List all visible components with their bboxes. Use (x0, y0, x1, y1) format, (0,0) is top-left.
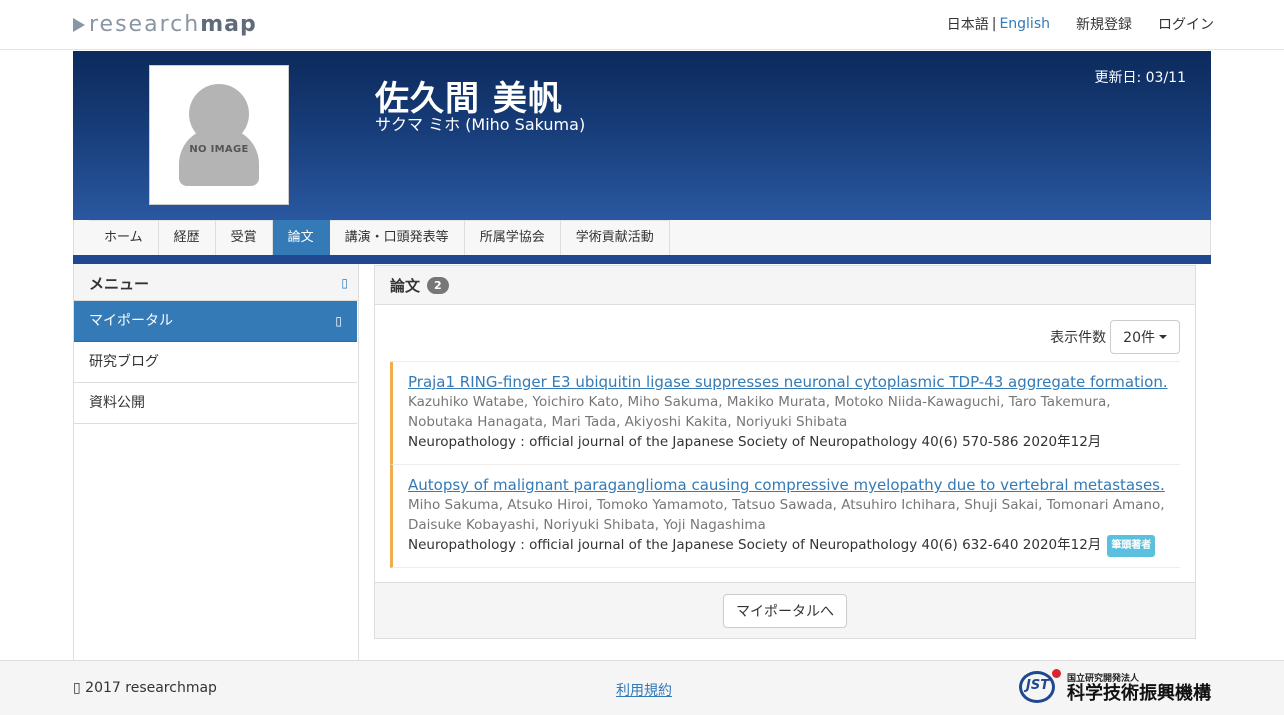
sidebar: メニュー ▯ マイポータル ▯ 研究ブログ 資料公開 (73, 264, 359, 660)
panel-header: 論文 2 (375, 266, 1195, 305)
updated-date: 更新日: 03/11 (1094, 70, 1186, 86)
paper-title-link[interactable]: Autopsy of malignant paraganglioma causi… (408, 475, 1168, 495)
chevron-right-icon: ▯ (335, 314, 342, 328)
tab-academic-contributions[interactable]: 学術貢献活動 (560, 220, 670, 255)
list-item: Praja1 RING-finger E3 ubiquitin ligase s… (390, 362, 1180, 465)
researcher-name-kana: サクマ ミホ (Miho Sakuma) (375, 115, 586, 134)
copyright: ▯ 2017 researchmap (73, 680, 217, 696)
lang-english-link[interactable]: English (999, 16, 1050, 32)
lang-japanese[interactable]: 日本語 (947, 14, 989, 34)
paper-authors: Kazuhiko Watabe, Yoichiro Kato, Miho Sak… (408, 394, 1111, 430)
tabs-underline-strip (73, 255, 1211, 264)
jst-mark-text: JST (1026, 678, 1050, 693)
login-link[interactable]: ログイン (1158, 14, 1214, 34)
papers-panel: 論文 2 表示件数 20件 Praja1 RING-finger E3 ubiq… (374, 265, 1196, 639)
paper-authors: Miho Sakuma, Atsuko Hiroi, Tomoko Yamamo… (408, 497, 1165, 533)
sidebar-item-research-blog[interactable]: 研究ブログ (74, 342, 357, 383)
tab-home[interactable]: ホーム (89, 220, 159, 255)
jst-mark-icon: JST (1019, 669, 1061, 705)
paper-journal-text: Neuropathology : official journal of the… (408, 537, 1102, 553)
per-page-label: 表示件数 (1050, 330, 1107, 346)
register-link[interactable]: 新規登録 (1076, 14, 1132, 34)
tab-papers[interactable]: 論文 (272, 220, 330, 255)
jst-names: 国立研究開発法人 科学技術振興機構 (1067, 671, 1211, 704)
jst-red-dot (1052, 669, 1061, 678)
profile-banner: NO IMAGE 佐久間 美帆 サクマ ミホ (Miho Sakuma) 更新日… (73, 51, 1211, 220)
sidebar-header[interactable]: メニュー ▯ (74, 264, 358, 301)
jst-org-name: 科学技術振興機構 (1067, 682, 1211, 704)
page-footer: ▯ 2017 researchmap 利用規約 JST 国立研究開発法人 科学技… (0, 660, 1284, 715)
terms-link[interactable]: 利用規約 (616, 680, 672, 700)
sidebar-item-label: 資料公開 (89, 395, 145, 411)
researchmap-logo[interactable]: research map (73, 12, 257, 37)
copyright-icon: ▯ (73, 680, 81, 696)
sidebar-title: メニュー (89, 275, 150, 293)
sidebar-item-materials[interactable]: 資料公開 (74, 383, 357, 424)
caret-down-icon (1159, 335, 1167, 339)
jst-logo[interactable]: JST 国立研究開発法人 科学技術振興機構 (1019, 669, 1211, 705)
panel-footer: マイポータルへ (375, 582, 1195, 638)
per-page-control: 表示件数 20件 (1050, 320, 1180, 354)
collapse-icon[interactable]: ▯ (341, 276, 348, 290)
avatar-no-image-text: NO IMAGE (189, 144, 249, 155)
logo-text-bold: map (200, 12, 257, 37)
panel-title: 論文 (390, 276, 421, 295)
per-page-value: 20件 (1123, 330, 1155, 346)
top-nav: 日本語 | English 新規登録 ログイン (947, 14, 1214, 34)
paper-count-badge: 2 (427, 276, 449, 294)
profile-tabs: ホーム 経歴 受賞 論文 講演・口頭発表等 所属学協会 学術貢献活動 (73, 220, 1211, 255)
list-item: Autopsy of malignant paraganglioma causi… (390, 465, 1180, 568)
lang-separator: | (991, 16, 997, 32)
sidebar-item-myportal[interactable]: マイポータル ▯ (74, 301, 357, 342)
sidebar-item-label: 研究ブログ (89, 354, 159, 370)
copyright-text: 2017 researchmap (85, 680, 217, 696)
avatar-body-icon (179, 128, 259, 186)
no-image-placeholder: NO IMAGE (156, 72, 282, 198)
paper-title-link[interactable]: Praja1 RING-finger E3 ubiquitin ligase s… (408, 372, 1168, 392)
avatar: NO IMAGE (149, 65, 289, 205)
tab-presentations[interactable]: 講演・口頭発表等 (329, 220, 465, 255)
per-page-dropdown[interactable]: 20件 (1110, 320, 1180, 354)
jst-org-type: 国立研究開発法人 (1067, 673, 1140, 684)
logo-triangle-icon (73, 17, 85, 32)
paper-journal: Neuropathology : official journal of the… (408, 434, 1102, 450)
logo-text-light: research (89, 12, 201, 37)
paper-list: Praja1 RING-finger E3 ubiquitin ligase s… (390, 361, 1180, 568)
tab-career[interactable]: 経歴 (158, 220, 216, 255)
tab-awards[interactable]: 受賞 (215, 220, 273, 255)
go-to-myportal-button[interactable]: マイポータルへ (723, 593, 847, 628)
top-header: research map 日本語 | English 新規登録 ログイン (0, 0, 1284, 50)
tab-societies[interactable]: 所属学協会 (464, 220, 561, 255)
paper-journal: Neuropathology : official journal of the… (408, 535, 1168, 557)
sidebar-item-label: マイポータル (89, 313, 173, 329)
first-author-badge: 筆頭著者 (1107, 535, 1156, 557)
